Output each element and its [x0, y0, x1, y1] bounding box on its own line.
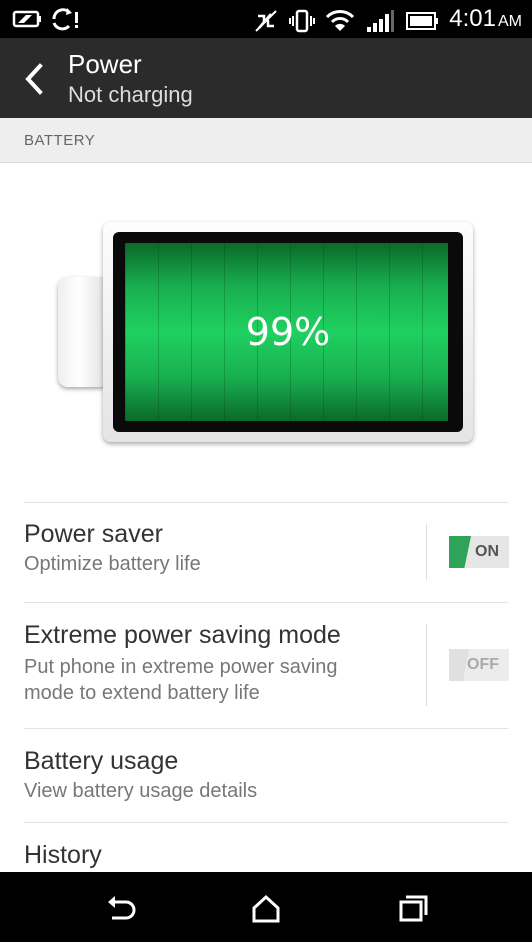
divider — [24, 822, 508, 823]
power-saver-toggle[interactable]: ON — [449, 536, 509, 568]
power-saver-summary: Optimize battery life — [24, 553, 201, 575]
clock: 4:01 AM — [449, 5, 522, 32]
action-bar: Power Not charging — [0, 38, 532, 118]
power-saver-title: Power saver — [24, 520, 163, 548]
battery-icon — [406, 11, 439, 30]
extreme-power-saving-item[interactable]: Extreme power saving mode Put phone in e… — [24, 620, 414, 706]
section-header-battery: BATTERY — [0, 118, 532, 163]
toggle-slab — [449, 536, 471, 568]
signal-icon — [367, 9, 395, 32]
page-title: Power — [68, 49, 142, 79]
section-label: BATTERY — [24, 132, 96, 149]
back-icon[interactable] — [100, 892, 140, 926]
divider — [24, 728, 508, 729]
page-subtitle: Not charging — [68, 82, 193, 107]
history-item[interactable]: History — [24, 840, 508, 870]
extreme-power-saving-summary-2: mode to extend battery life — [24, 682, 260, 704]
divider — [24, 602, 508, 603]
battery-saver-icon — [12, 10, 41, 28]
home-icon[interactable] — [246, 892, 286, 926]
power-saver-item[interactable]: Power saver Optimize battery life — [24, 519, 414, 577]
nfc-off-icon — [255, 9, 277, 32]
extreme-power-saving-title: Extreme power saving mode — [24, 621, 341, 649]
toggle-separator — [426, 524, 427, 580]
sync-alert-icon — [52, 8, 78, 31]
battery-usage-title: Battery usage — [24, 747, 179, 775]
toggle-slab — [449, 649, 469, 681]
back-arrow-icon[interactable] — [20, 62, 50, 96]
battery-percent: 99% — [245, 310, 331, 354]
status-bar: 4:01 AM — [0, 0, 532, 38]
navigation-bar — [0, 872, 532, 942]
vibrate-icon — [289, 9, 316, 32]
extreme-power-saving-summary-1: Put phone in extreme power saving — [24, 656, 338, 678]
recents-icon[interactable] — [393, 892, 433, 926]
history-title: History — [24, 841, 102, 869]
extreme-power-saving-toggle[interactable]: OFF — [449, 649, 509, 681]
toggle-separator — [426, 624, 427, 706]
battery-usage-item[interactable]: Battery usage View battery usage details — [24, 746, 508, 804]
battery-usage-summary: View battery usage details — [24, 780, 258, 802]
wifi-icon — [326, 9, 355, 31]
divider — [24, 502, 508, 503]
